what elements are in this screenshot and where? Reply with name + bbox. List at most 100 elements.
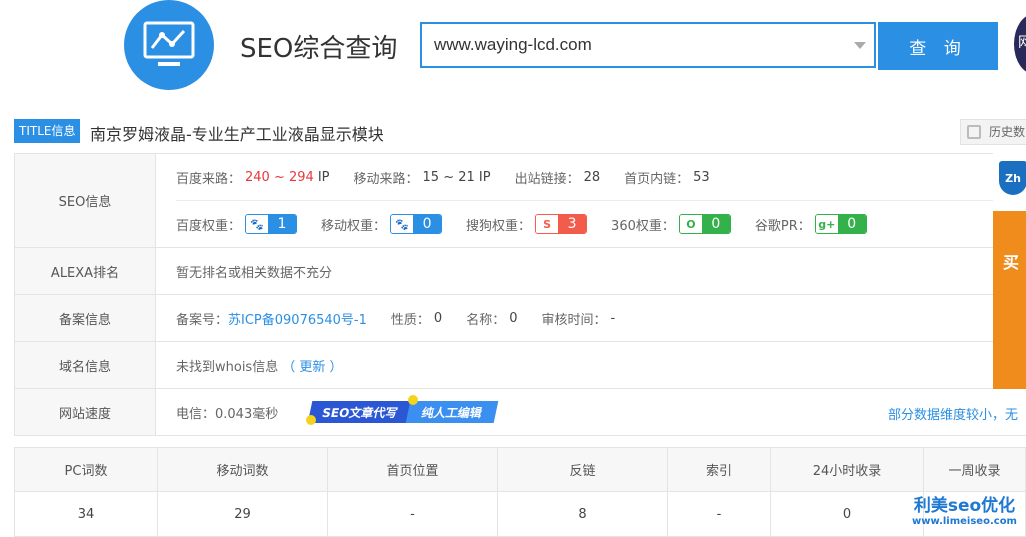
watermark-line1: 利美seo优化 [913,496,1016,516]
domain-label: 域名信息 [14,342,156,388]
history-button[interactable]: 历史数 [960,119,1026,145]
dropdown-caret-icon[interactable] [854,42,866,49]
inner-links: 首页内链： 53 [624,168,710,187]
logo[interactable] [124,0,214,90]
icp-time: 审核时间： - [542,309,616,328]
search-field[interactable] [420,22,876,68]
outbound-label: 出站链接： [514,171,580,187]
avatar-text: 网 [1018,35,1026,51]
stats-header: 一周收录 [923,447,1026,492]
weight-label: 360权重： [611,218,675,234]
mobile-traffic: 移动来路： 15 ~ 21 IP [354,168,491,187]
banner-part-a: SEO文章代写 [307,401,413,423]
stats-value-row: 34 29 - 8 - 0 [14,491,1026,537]
weight-value: 0 [413,215,442,233]
watermark: 利美seo优化 www.limeiseo.com [912,497,1017,527]
360-icon: O [679,215,702,233]
baidu-traffic: 百度来路： 240 ~ 294 IP [176,168,330,187]
sogou-icon: S [536,215,559,233]
seo-label: SEO信息 [14,154,156,247]
banner-dot [306,415,316,425]
outbound-links: 出站链接： 28 [515,168,601,187]
alexa-row: ALEXA排名 暂无排名或相关数据不充分 [14,248,1026,295]
weight-label: 百度权重： [176,218,242,234]
speed-label: 网站速度 [14,389,156,435]
speed-row: 网站速度 电信：0.043毫秒 [14,389,1026,436]
inner-label: 首页内链： [624,171,690,187]
banner-dot [408,395,418,405]
icp-label: 备案信息 [14,295,156,341]
stats-header: 首页位置 [327,447,498,492]
domain-row: 域名信息 未找到whois信息 （ 更新 ） [14,342,1026,389]
weight-value: 1 [268,215,297,233]
domain-text: 未找到whois信息 [176,359,279,375]
weights-line: 百度权重： 🐾 1 移动权重： 🐾 0 搜狗权重： S3 360权重： O0 谷歌P… [176,200,1026,247]
alexa-text: 暂无排名或相关数据不充分 [176,265,333,281]
mobile-traffic-label: 移动来路： [353,171,419,187]
icp-type-label: 性质： [390,312,430,328]
speed-text: 电信：0.043毫秒 [176,406,279,422]
google-plus-icon: g+ [815,215,838,233]
page-title: SEO综合查询 [240,34,398,64]
weight-360: 360权重： O0 [611,214,731,234]
stats-value: - [667,491,771,537]
outbound-value: 28 [583,169,601,185]
side-ad-top: Zh [993,153,1026,211]
stats-header: PC词数 [14,447,158,492]
weight-badge[interactable]: g+ 0 [814,214,867,234]
avatar[interactable]: 网 [1014,14,1026,74]
history-icon [967,125,981,139]
stats-header: 反链 [497,447,668,492]
search-button[interactable]: 查 询 [878,22,998,70]
icp-type: 性质： 0 [391,309,442,328]
baidu-traffic-label: 百度来路： [176,171,242,187]
icp-type-value: 0 [433,310,443,326]
stats-table: PC词数 移动词数 首页位置 反链 索引 24小时收录 一周收录 34 29 -… [14,447,1026,537]
stats-value: - [327,491,498,537]
weight-mobile: 移动权重： 🐾 0 [321,214,443,234]
weight-badge[interactable]: S3 [535,214,588,234]
stats-header: 24小时收录 [770,447,924,492]
weight-google: 谷歌PR： g+ 0 [755,214,867,234]
stats-header-row: PC词数 移动词数 首页位置 反链 索引 24小时收录 一周收录 [14,447,1026,492]
weight-label: 谷歌PR： [754,218,811,234]
stats-header: 移动词数 [157,447,328,492]
weight-value: 3 [558,215,587,233]
stats-header: 索引 [667,447,771,492]
baidu-traffic-unit: IP [317,169,330,185]
weight-badge[interactable]: 🐾 1 [245,214,298,234]
seo-row: SEO信息 百度来路： 240 ~ 294 IP 移动来路： 15 ~ 21 I… [14,154,1026,248]
weight-value: 0 [837,215,866,233]
alexa-label: ALEXA排名 [14,248,156,294]
weight-value: 0 [701,215,730,233]
history-label: 历史数 [989,125,1026,139]
baidu-paw-icon: 🐾 [246,215,269,233]
icp-number-link[interactable]: 苏ICP备09076540号-1 [228,309,367,328]
update-link[interactable]: （ 更新 ） [282,356,342,375]
search-input[interactable] [422,24,842,66]
mobile-traffic-value: 15 ~ 21 IP [422,169,491,185]
icp-name: 名称： 0 [466,309,517,328]
title-badge: TITLE信息 [14,119,81,143]
side-ad[interactable]: Zh 买 [993,153,1026,389]
chart-monitor-icon [143,21,195,66]
seo-writing-banner[interactable]: SEO文章代写 纯人工编辑 [306,395,499,425]
inner-value: 53 [693,169,710,185]
stats-value: 29 [157,491,328,537]
weight-badge[interactable]: O0 [678,214,731,234]
watermark-line2: www.limeiseo.com [912,515,1017,527]
weight-sogou: 搜狗权重： S3 [466,214,588,234]
stats-value: 8 [497,491,668,537]
data-note: 部分数据维度较小，无 [888,408,1019,423]
side-ad-text: 买 [1003,253,1020,272]
weight-badge[interactable]: 🐾 0 [390,214,443,234]
icp-number-label: 备案号： [176,312,229,328]
icp-row: 备案信息 备案号： 苏ICP备09076540号-1 性质： 0 名称： 0 审… [14,295,1026,342]
mobile-paw-icon: 🐾 [391,215,414,233]
info-table: SEO信息 百度来路： 240 ~ 294 IP 移动来路： 15 ~ 21 I… [14,153,1026,436]
icp-name-value: 0 [509,310,518,326]
baidu-traffic-value: 240 ~ 294 [245,169,314,185]
banner-part-b: 纯人工编辑 [405,401,499,423]
traffic-line: 百度来路： 240 ~ 294 IP 移动来路： 15 ~ 21 IP 出站链接… [176,154,1026,200]
stats-value: 0 [770,491,924,537]
